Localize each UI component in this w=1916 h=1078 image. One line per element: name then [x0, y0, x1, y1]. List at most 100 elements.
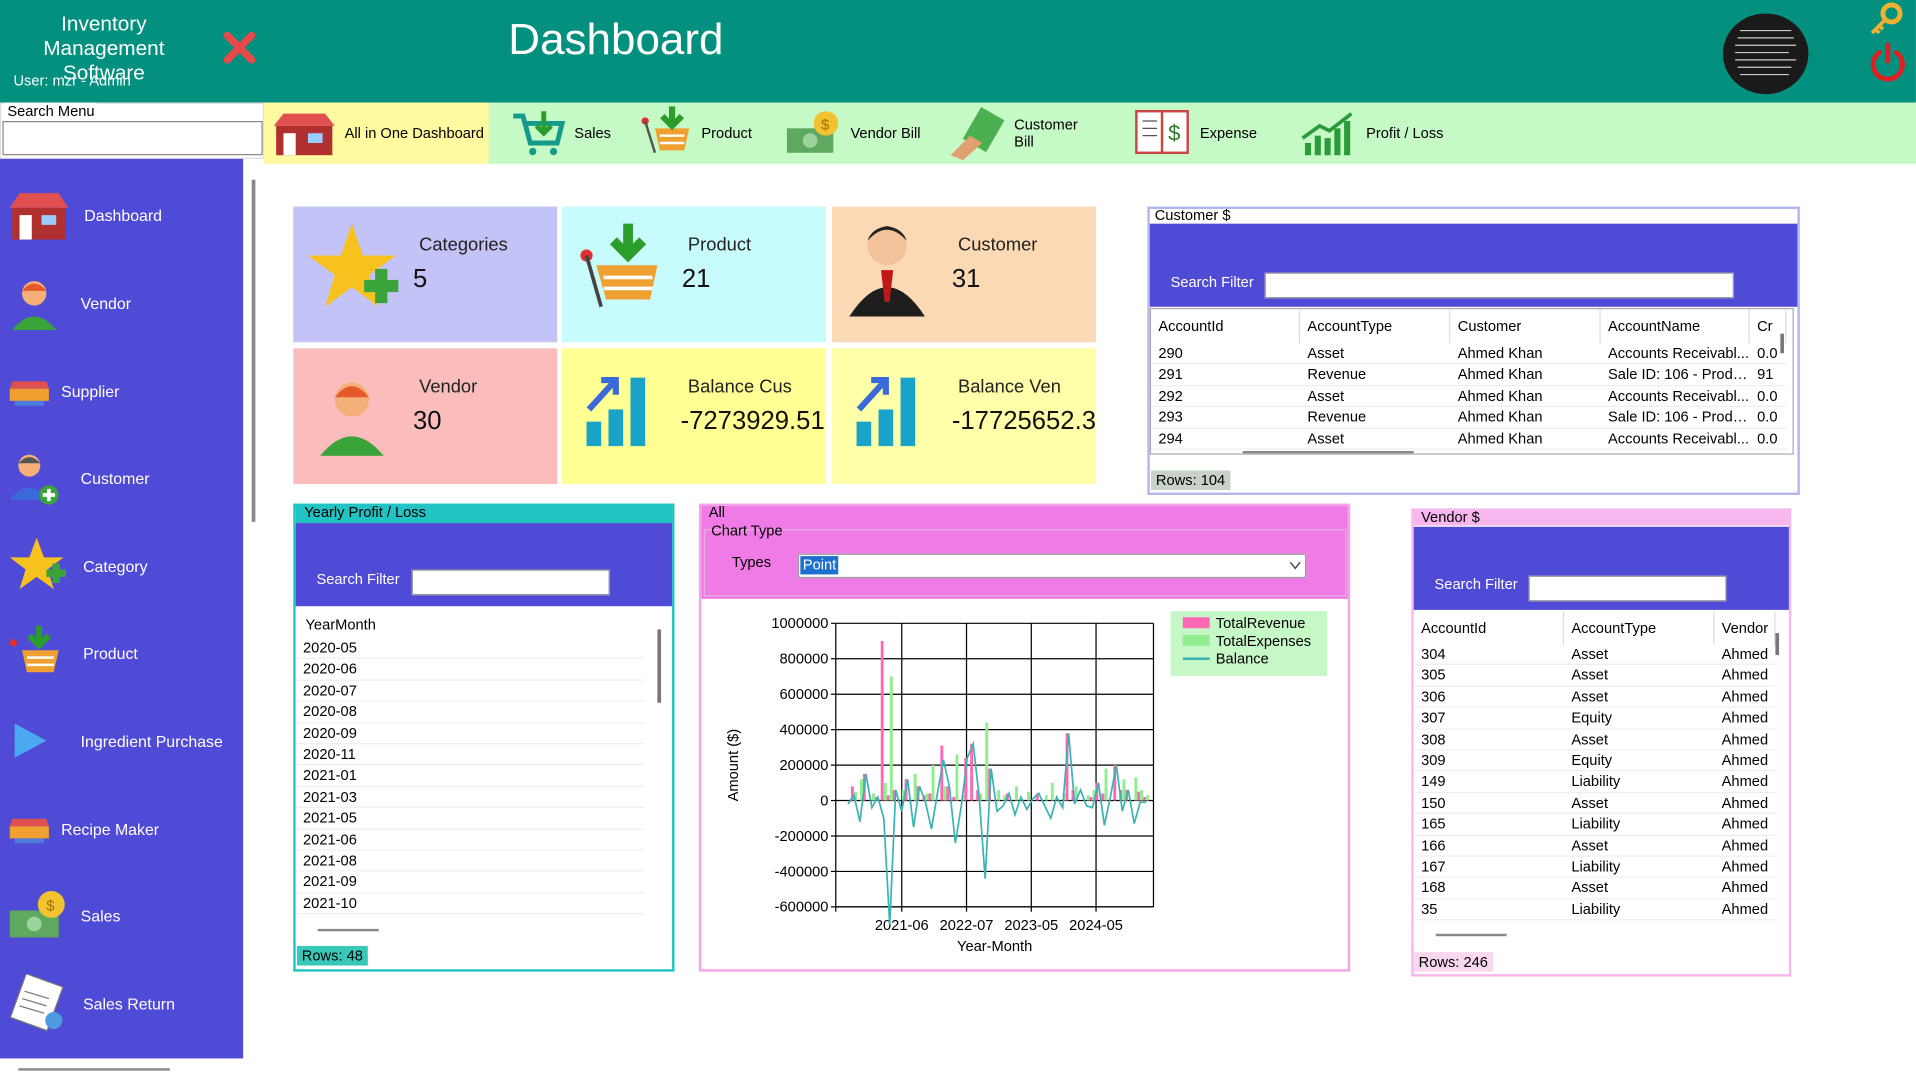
table-row[interactable]: 290 Asset Ahmed Khan Accounts Receivabl... 0… — [1151, 343, 1787, 365]
sidebar-item-sales[interactable]: $ Sales — [0, 879, 243, 952]
table-row[interactable]: 308 Asset Ahmed — [1413, 729, 1776, 751]
sidebar-item-sales-return[interactable]: Sales Return — [0, 967, 243, 1040]
power-icon[interactable] — [1867, 42, 1909, 84]
table-row[interactable]: 2020-09 — [295, 723, 644, 745]
table-row[interactable]: 293 Revenue Ahmed Khan Sale ID: 106 - Produ… — [1151, 407, 1787, 429]
column-header[interactable]: AccountId — [1151, 309, 1301, 344]
customer-grid-header: AccountId AccountType Customer AccountNa… — [1151, 309, 1787, 344]
card-vendor[interactable]: Vendor 30 — [293, 348, 558, 484]
toolbar-sales[interactable]: Sales — [503, 103, 613, 164]
card-categories[interactable]: Categories 5 — [293, 206, 558, 343]
card-product[interactable]: Product 21 — [562, 206, 827, 343]
close-icon[interactable] — [221, 29, 258, 66]
table-row[interactable]: 2021-09 — [295, 872, 644, 894]
customer-panel-legend: Customer $ — [1154, 206, 1231, 224]
card-customer[interactable]: Customer 31 — [832, 206, 1097, 343]
customer-search-input[interactable] — [1264, 272, 1734, 299]
table-row[interactable]: 2020-05 — [295, 638, 644, 660]
card-label: Balance Cus — [687, 376, 792, 398]
sidebar: Dashboard Vendor Supplier Customer Categ… — [0, 158, 244, 1059]
customer-grid-vscroll[interactable] — [1780, 333, 1784, 354]
table-row[interactable]: 2021-01 — [295, 766, 644, 787]
column-header[interactable]: AccountName — [1601, 309, 1750, 344]
sidebar-item-supplier[interactable]: Supplier — [0, 354, 243, 427]
vendor-grid[interactable]: AccountId AccountType Vendor 304 Asset Ahm… — [1413, 611, 1788, 944]
table-row[interactable]: 35 Liability Ahmed — [1413, 899, 1776, 921]
table-row[interactable]: 2021-10 — [295, 893, 644, 915]
table-row[interactable]: 167 Liability Ahmed — [1413, 857, 1776, 879]
table-cell: 2020-06 — [303, 660, 357, 678]
table-row[interactable]: 292 Asset Ahmed Khan Accounts Receivabl... 0… — [1151, 386, 1787, 408]
sidebar-item-category[interactable]: Category — [0, 529, 243, 602]
y-tick-label: 600000 — [780, 687, 829, 703]
sidebar-item-ingredient-purchase[interactable]: Ingredient Purchase — [0, 704, 243, 777]
table-row[interactable]: 2020-06 — [295, 659, 644, 681]
sidebar-item-customer[interactable]: Customer — [0, 441, 243, 514]
customer-grid[interactable]: AccountId AccountType Customer AccountNa… — [1149, 307, 1794, 455]
column-header[interactable]: AccountId — [1414, 611, 1565, 646]
store-icon — [9, 193, 69, 240]
column-header[interactable]: Vendor — [1714, 611, 1776, 646]
profit-grid-hscroll[interactable] — [317, 928, 379, 932]
toolbar-all-in-one-dashboard[interactable]: All in One Dashboard — [263, 102, 489, 164]
column-header[interactable]: Customer — [1450, 309, 1601, 344]
card-balance-vendor[interactable]: Balance Ven -17725652.34 — [832, 348, 1097, 484]
table-row[interactable]: 2020-11 — [295, 744, 644, 766]
table-row[interactable]: 291 Revenue Ahmed Khan Sale ID: 106 - Produ… — [1151, 365, 1787, 386]
table-row[interactable]: 2021-06 — [295, 829, 644, 851]
table-row[interactable]: 2021-03 — [295, 787, 644, 809]
vendor-grid-hscroll[interactable] — [1435, 933, 1507, 937]
legend-label: Balance — [1216, 652, 1269, 668]
table-row[interactable]: 165 Liability Ahmed — [1413, 814, 1776, 836]
table-row[interactable]: 304 Asset Ahmed — [1413, 644, 1776, 666]
card-value: -17725652.34 — [951, 406, 1097, 436]
table-cell: 308 — [1421, 730, 1446, 748]
profit-search-input[interactable] — [411, 569, 610, 596]
x-tick-label: 2024-05 — [1069, 918, 1123, 934]
profit-grid-vscroll[interactable] — [657, 629, 662, 703]
sidebar-item-vendor[interactable]: Vendor — [0, 266, 243, 339]
card-balance-customer[interactable]: Balance Cus -7273929.51 — [562, 348, 827, 484]
column-header[interactable]: AccountType — [1300, 309, 1451, 344]
column-header[interactable]: YearMonth — [296, 607, 638, 641]
table-row[interactable]: 2020-08 — [295, 702, 644, 724]
star-add-icon — [9, 537, 66, 590]
sidebar-horizontal-scrollbar[interactable] — [18, 1068, 170, 1071]
table-row[interactable]: 2020-07 — [295, 681, 644, 702]
sidebar-item-dashboard[interactable]: Dashboard — [0, 178, 243, 251]
chart-type-group-label: Chart Type — [711, 521, 783, 539]
toolbar-label: Vendor Bill — [850, 124, 921, 142]
money-icon: $ — [786, 111, 839, 153]
toolbar-customer-bill[interactable]: Customer Bill — [938, 103, 1097, 164]
table-row[interactable]: 2021-08 — [295, 851, 644, 872]
column-header[interactable]: AccountType — [1564, 611, 1715, 646]
toolbar-product[interactable]: Product — [631, 103, 765, 164]
customer-grid-hscroll[interactable] — [1242, 450, 1414, 454]
table-row[interactable]: 149 Liability Ahmed — [1413, 772, 1776, 793]
sidebar-item-product[interactable]: Product — [0, 616, 243, 689]
key-icon[interactable] — [1867, 2, 1906, 36]
profit-loss-chart[interactable]: 1000000 800000 600000 400000 200000 0 -200000 -… — [701, 600, 1347, 969]
table-row[interactable]: 305 Asset Ahmed — [1413, 665, 1776, 687]
avatar[interactable] — [1722, 13, 1809, 95]
table-row[interactable]: 307 Equity Ahmed — [1413, 708, 1776, 730]
table-row[interactable]: 294 Asset Ahmed Khan Accounts Receivabl... 0… — [1151, 428, 1787, 450]
table-row[interactable]: 2021-05 — [295, 808, 644, 830]
toolbar-vendor-bill[interactable]: $ Vendor Bill — [777, 103, 924, 164]
toolbar-expense[interactable]: $ Expense — [1124, 103, 1271, 164]
table-row[interactable]: 150 Asset Ahmed — [1413, 793, 1776, 815]
sidebar-scrollbar[interactable] — [251, 179, 256, 522]
toolbar-profit-loss[interactable]: Profit / Loss — [1293, 103, 1452, 164]
sidebar-item-recipe-maker[interactable]: Recipe Maker — [0, 792, 243, 865]
vendor-grid-vscroll[interactable] — [1775, 633, 1780, 656]
table-row[interactable]: 309 Equity Ahmed — [1413, 750, 1776, 772]
types-select[interactable]: Point — [797, 553, 1307, 579]
sales-return-icon — [9, 974, 64, 1032]
vendor-search-input[interactable] — [1528, 575, 1727, 602]
table-cell: Asset — [1571, 645, 1609, 663]
profit-grid[interactable]: YearMonth 2020-05 2020-06 2020-07 2020-08 20… — [295, 607, 671, 942]
table-row[interactable]: 168 Asset Ahmed — [1413, 878, 1776, 900]
table-row[interactable]: 306 Asset Ahmed — [1413, 687, 1776, 708]
search-menu-input[interactable] — [2, 120, 263, 156]
table-row[interactable]: 166 Asset Ahmed — [1413, 835, 1776, 857]
